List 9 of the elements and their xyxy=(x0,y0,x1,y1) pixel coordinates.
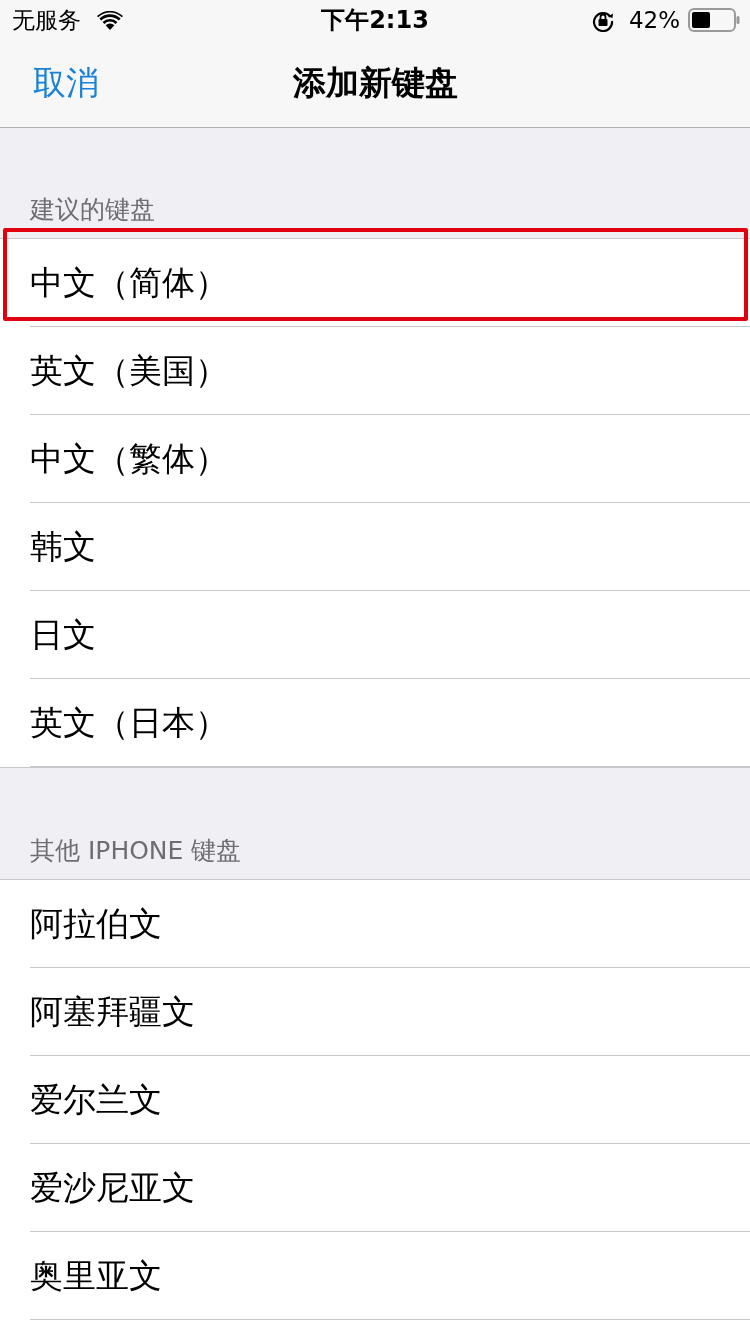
wifi-icon xyxy=(97,10,123,30)
battery-icon xyxy=(688,8,740,32)
section-header: 建议的键盘 xyxy=(30,194,155,226)
battery-percent: 42% xyxy=(628,7,680,33)
cancel-button[interactable]: 取消 xyxy=(33,57,99,110)
carrier-label: 无服务 xyxy=(12,5,81,35)
page-title: 添加新键盘 xyxy=(292,62,458,104)
section-header: 其他 IPHONE 键盘 xyxy=(30,835,242,867)
clock-time: 下午2:13 xyxy=(321,5,429,36)
